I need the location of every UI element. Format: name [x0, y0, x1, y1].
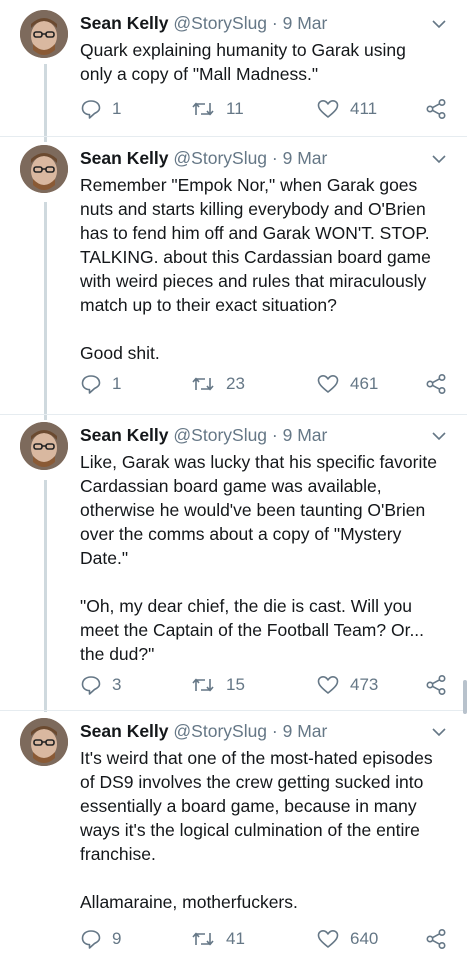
avatar-photo: [20, 145, 68, 193]
like-button[interactable]: 640: [316, 926, 378, 952]
scrollbar-thumb[interactable]: [463, 680, 467, 714]
tweet-date[interactable]: 9 Mar: [283, 148, 328, 168]
author-name[interactable]: Sean Kelly: [80, 13, 169, 33]
tweet[interactable]: Sean Kelly @StorySlug · 9 Mar Like, Gara…: [0, 422, 467, 702]
tweet-header: Sean Kelly @StorySlug · 9 Mar: [80, 145, 447, 171]
author-handle[interactable]: @StorySlug: [173, 13, 267, 33]
like-button[interactable]: 411: [316, 96, 377, 122]
reply-button[interactable]: 3: [80, 672, 121, 698]
reply-count: 3: [112, 675, 122, 694]
retweet-icon: [192, 678, 214, 692]
author-name[interactable]: Sean Kelly: [80, 425, 169, 445]
tweet-text: Like, Garak was lucky that his specific …: [80, 452, 437, 664]
reply-icon: [81, 676, 101, 695]
share-icon[interactable]: [425, 98, 447, 120]
reply-count: 1: [112, 374, 122, 393]
tweet-actions: 1 23 461: [80, 371, 447, 397]
tweet-actions: 3 15 473: [80, 672, 447, 698]
retweet-icon: [192, 102, 214, 116]
heart-icon: [317, 100, 339, 118]
like-count: 411: [350, 99, 378, 118]
avatar[interactable]: [20, 145, 68, 193]
avatar[interactable]: [20, 10, 68, 58]
author-name[interactable]: Sean Kelly: [80, 148, 169, 168]
reply-button[interactable]: 1: [80, 371, 121, 397]
tweet-header: Sean Kelly @StorySlug · 9 Mar: [80, 718, 447, 744]
chevron-down-icon[interactable]: [431, 428, 447, 444]
tweet-header: Sean Kelly @StorySlug · 9 Mar: [80, 10, 447, 36]
divider: [0, 710, 467, 711]
tweet-text: It's weird that one of the most-hated ep…: [80, 748, 433, 912]
tweet-text: Remember "Empok Nor," when Garak goes nu…: [80, 175, 431, 363]
heart-icon: [317, 676, 339, 694]
share-icon[interactable]: [425, 928, 447, 950]
chevron-down-icon[interactable]: [431, 16, 447, 32]
tweet-date[interactable]: 9 Mar: [283, 425, 328, 445]
separator-dot: ·: [271, 13, 278, 33]
tweet-actions: 9 41 640: [80, 926, 447, 952]
retweet-button[interactable]: 41: [190, 926, 245, 952]
avatar-photo: [20, 718, 68, 766]
author-handle[interactable]: @StorySlug: [173, 721, 267, 741]
like-button[interactable]: 473: [316, 672, 378, 698]
heart-icon: [317, 930, 339, 948]
like-count: 640: [350, 929, 379, 948]
avatar[interactable]: [20, 422, 68, 470]
share-icon[interactable]: [425, 373, 447, 395]
retweet-button[interactable]: 11: [190, 96, 244, 122]
retweet-count: 23: [226, 374, 245, 393]
retweet-count: 11: [226, 99, 244, 118]
retweet-icon: [192, 377, 214, 391]
tweet-actions: 1 11 411: [80, 96, 447, 122]
share-icon[interactable]: [425, 674, 447, 696]
like-count: 473: [350, 675, 379, 694]
tweet[interactable]: Sean Kelly @StorySlug · 9 Mar Remember "…: [0, 145, 467, 410]
separator-dot: ·: [271, 425, 278, 445]
divider: [0, 414, 467, 415]
divider: [0, 136, 467, 137]
like-button[interactable]: 461: [316, 371, 378, 397]
tweet-header: Sean Kelly @StorySlug · 9 Mar: [80, 422, 447, 448]
avatar-photo: [20, 10, 68, 58]
reply-icon: [81, 100, 101, 119]
separator-dot: ·: [271, 721, 278, 741]
separator-dot: ·: [271, 148, 278, 168]
author-handle[interactable]: @StorySlug: [173, 148, 267, 168]
chevron-down-icon[interactable]: [431, 724, 447, 740]
tweet-date[interactable]: 9 Mar: [283, 721, 328, 741]
retweet-count: 15: [226, 675, 245, 694]
chevron-down-icon[interactable]: [431, 151, 447, 167]
reply-icon: [81, 930, 101, 949]
retweet-button[interactable]: 15: [190, 672, 245, 698]
avatar[interactable]: [20, 718, 68, 766]
reply-count: 9: [112, 929, 122, 948]
tweet-date[interactable]: 9 Mar: [283, 13, 328, 33]
reply-button[interactable]: 1: [80, 96, 121, 122]
avatar-photo: [20, 422, 68, 470]
author-name[interactable]: Sean Kelly: [80, 721, 169, 741]
tweet[interactable]: Sean Kelly @StorySlug · 9 Mar Quark expl…: [0, 10, 467, 130]
author-handle[interactable]: @StorySlug: [173, 425, 267, 445]
tweet-text: Quark explaining humanity to Garak using…: [80, 40, 411, 84]
tweet[interactable]: Sean Kelly @StorySlug · 9 Mar It's weird…: [0, 718, 467, 958]
reply-button[interactable]: 9: [80, 926, 121, 952]
like-count: 461: [350, 374, 379, 393]
reply-count: 1: [112, 99, 122, 118]
retweet-count: 41: [226, 929, 245, 948]
heart-icon: [317, 375, 339, 393]
reply-icon: [81, 375, 101, 394]
retweet-icon: [192, 932, 214, 946]
retweet-button[interactable]: 23: [190, 371, 245, 397]
